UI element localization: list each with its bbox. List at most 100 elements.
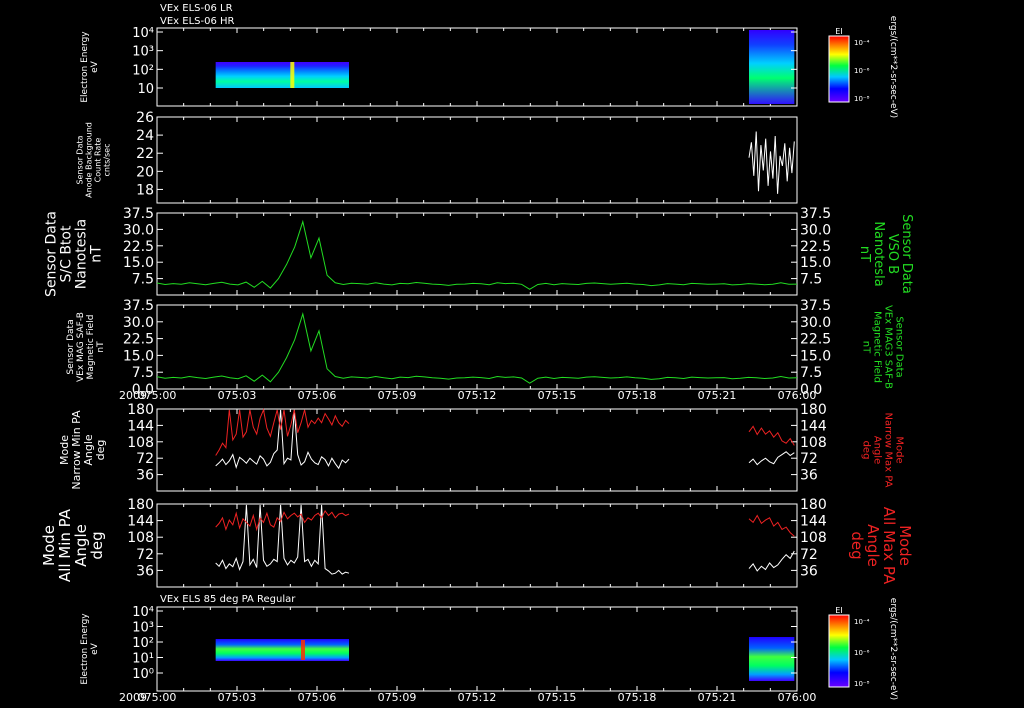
- y-tick-label: 24: [136, 128, 154, 144]
- x-tick-label: 075:03: [218, 691, 257, 704]
- y-tick-label: 36: [136, 468, 154, 484]
- panel-frame-p3: [156, 212, 798, 296]
- y-axis-label: cnts/sec: [103, 144, 112, 177]
- series-line-pa: [748, 550, 795, 572]
- y-axis-label: Magnetic Field: [86, 315, 96, 380]
- y-tick-label: 37.5: [123, 206, 154, 222]
- y-tick-label: 144: [127, 514, 154, 530]
- header-line-1: VEx ELS-06 LR: [160, 3, 233, 14]
- x-tick-label: 075:15: [538, 389, 577, 402]
- y-tick-label: 10⁴: [132, 26, 154, 41]
- y-tick-label-right: 36: [800, 468, 818, 484]
- x-tick-label: 075:09: [378, 389, 417, 402]
- colorbar-tick-label: 10⁻⁸: [854, 95, 870, 103]
- y-tick-label: 108: [127, 435, 154, 451]
- right-axis-label: Nanotesla: [871, 221, 886, 286]
- y-axis-label: S/C Btot: [59, 225, 75, 282]
- series-line-mag: [156, 312, 798, 384]
- y-tick-label-right: 30.0: [800, 315, 831, 331]
- y-tick-label: 15.0: [123, 348, 154, 364]
- y-tick-label: 10²: [132, 63, 154, 78]
- space-physics-stack-plot: 1010²10³10⁴Electron Energy eVEI10⁻⁴10⁻⁶10…: [40, 3, 914, 704]
- y-axis-label: eV: [90, 60, 100, 73]
- right-axis-label: VEx MAG3 SAF-B: [883, 305, 894, 389]
- y-tick-label: 7.5: [132, 272, 154, 288]
- x-tick-label: 075:18: [618, 691, 657, 704]
- y-tick-label: 72: [136, 451, 154, 467]
- series-line-pa: [748, 451, 795, 466]
- spectrogram-block: [749, 637, 795, 681]
- y-tick-label: 37.5: [123, 298, 154, 314]
- colorbar-tick-label: 10⁻⁶: [854, 649, 870, 657]
- panel-title: VEx ELS 85 deg PA Regular: [160, 594, 296, 605]
- x-tick-label: 075:15: [538, 691, 577, 704]
- right-axis-label: nT: [861, 341, 872, 354]
- y-tick-label: 72: [136, 547, 154, 563]
- x-tick-label: 075:21: [698, 691, 737, 704]
- y-tick-label-right: 108: [800, 530, 827, 546]
- y-tick-label: 10³: [132, 45, 154, 60]
- right-axis-label: deg: [848, 531, 866, 559]
- x-tick-label: 075:09: [378, 691, 417, 704]
- colorbar-tick-label: 10⁻⁴: [854, 39, 870, 47]
- y-axis-label: Nanotesla: [74, 219, 90, 289]
- x-tick-label: 075:06: [298, 691, 337, 704]
- y-tick-label-right: 15.0: [800, 255, 831, 271]
- y-tick-label-right: 36: [800, 563, 818, 579]
- colorbar-title: EI: [835, 27, 842, 36]
- right-axis-label: VSO B: [885, 234, 900, 274]
- y-tick-label: 10³: [132, 621, 154, 636]
- y-tick-label: 36: [136, 563, 154, 579]
- y-tick-label-right: 72: [800, 547, 818, 563]
- colorbar-tick-label: 10⁻⁴: [854, 618, 870, 626]
- panel-frame-p5: [156, 408, 798, 492]
- spectrogram-block: [215, 639, 349, 661]
- header-line-2: VEx ELS-06 HR: [160, 16, 235, 27]
- y-tick-label-right: 144: [800, 418, 827, 434]
- y-tick-label: 180: [127, 402, 154, 418]
- y-tick-label: 10⁰: [132, 667, 154, 682]
- y-tick-label: 10: [137, 82, 154, 97]
- x-tick-label: 075:12: [458, 389, 497, 402]
- series-line-pa: [748, 425, 795, 446]
- colorbar-tick-label: 10⁻⁶: [854, 67, 870, 75]
- series-line-btot: [156, 219, 798, 290]
- x-tick-label: 075:06: [298, 389, 337, 402]
- y-axis-label: Electron Energy: [80, 31, 90, 103]
- y-tick-label-right: 22.5: [800, 332, 831, 348]
- y-axis-label: Anode Background: [85, 122, 94, 198]
- y-axis-label: Electron Energy: [80, 613, 90, 685]
- y-tick-label-right: 144: [800, 514, 827, 530]
- colorbar-unit-label: ergs/(cm**2-sr-sec-eV): [888, 598, 898, 700]
- right-axis-label: Magnetic Field: [872, 311, 883, 383]
- y-tick-label: 7.5: [132, 365, 154, 381]
- y-tick-label: 18: [136, 182, 154, 198]
- y-tick-label: 20: [136, 164, 154, 180]
- y-axis-label: Sensor Data: [66, 319, 76, 374]
- right-axis-label: Mode: [894, 436, 905, 463]
- spectrogram-block: [749, 30, 795, 104]
- y-tick-label: 10¹: [132, 652, 154, 667]
- y-tick-label-right: 72: [800, 451, 818, 467]
- y-tick-label: 15.0: [123, 255, 154, 271]
- right-axis-label: nT: [857, 246, 872, 262]
- y-tick-label-right: 180: [800, 497, 827, 513]
- y-tick-label-right: 180: [800, 402, 827, 418]
- y-tick-label: 26: [136, 110, 154, 126]
- right-axis-label: deg: [861, 441, 872, 460]
- colorbar: [828, 35, 850, 103]
- y-tick-label-right: 30.0: [800, 222, 831, 238]
- x-tick-label: 075:12: [458, 691, 497, 704]
- y-axis-label: Sensor Data: [44, 211, 60, 297]
- right-axis-label: Sensor Data: [899, 214, 914, 294]
- series-line-count-rate: [748, 131, 795, 194]
- y-tick-label-right: 7.5: [800, 365, 822, 381]
- right-axis-label: Sensor Data: [894, 316, 905, 377]
- y-axis-label: Count Rate: [94, 138, 103, 183]
- y-axis-label: nT: [89, 245, 105, 263]
- x-tick-label: 075:21: [698, 389, 737, 402]
- colorbar-title: EI: [835, 606, 842, 615]
- y-axis-label: eV: [90, 642, 100, 655]
- series-line-pa: [748, 514, 795, 537]
- y-tick-label-right: 7.5: [800, 272, 822, 288]
